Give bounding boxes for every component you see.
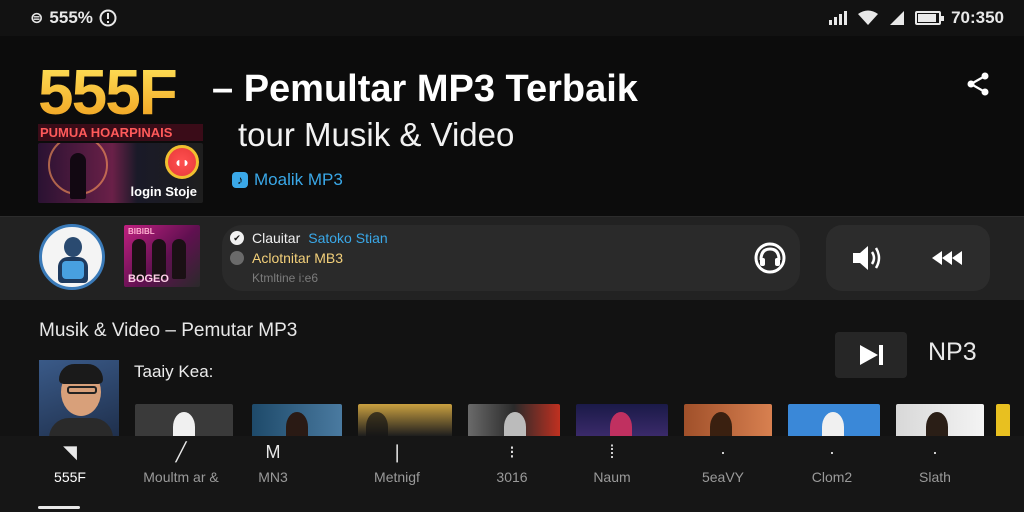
track-artist: Satoko Stian	[308, 230, 388, 246]
app-subtitle: tour Musik & Video	[238, 116, 515, 153]
video-thumbnail[interactable]	[468, 404, 560, 436]
nav-tab-label: MN3	[258, 469, 288, 485]
singer-silhouette	[70, 153, 86, 199]
nav-tab-naum[interactable]: ⁞ Naum	[557, 440, 667, 485]
track-title-prefix: Clauitar	[252, 230, 301, 246]
check-icon: ✔	[230, 231, 244, 245]
cloud-icon: ·	[829, 442, 835, 462]
nav-tab-home[interactable]: ◥ 555F	[15, 440, 125, 485]
dots-icon: ⁞	[609, 442, 615, 462]
signal-icon	[829, 11, 848, 25]
alert-icon	[99, 9, 117, 27]
nav-tab-label: 5eaVY	[701, 469, 745, 485]
track-duration: Ktmltine i:e6	[252, 271, 319, 285]
video-thumbnail[interactable]	[996, 404, 1010, 436]
share-icon[interactable]	[964, 70, 992, 98]
star-icon: ·	[720, 442, 726, 462]
video-thumbnail[interactable]	[576, 404, 668, 436]
status-left: ⊜ 555%	[30, 8, 117, 28]
nav-tab-3016[interactable]: ⁝ 3016	[457, 440, 567, 485]
user-avatar[interactable]	[39, 224, 105, 290]
mini-player: BIBIBL BOGEO ✔ Clauitar Satoko Stian Acl…	[0, 216, 1024, 300]
logo-caption: login Stoje	[130, 184, 197, 199]
format-label: NP3	[928, 338, 977, 366]
track-subtitle-row: Aclotnitar MB3	[230, 250, 343, 266]
home-icon: ◥	[63, 442, 77, 462]
album-caption: BOGEO	[128, 273, 169, 285]
status-clock: 70:350	[951, 8, 1004, 27]
rewind-icon[interactable]	[930, 247, 966, 269]
status-right: 70:350	[829, 8, 1004, 28]
nav-tab-mn3[interactable]: M MN3	[218, 440, 328, 485]
nav-tab-label: 555F	[54, 469, 86, 485]
nav-tab-metnigf[interactable]: ❘ Metnigf	[342, 440, 452, 485]
nav-tab-slath[interactable]: · Slath	[880, 440, 990, 485]
logo-subtext: PUMUA HOARPINAIS	[38, 124, 203, 141]
signal-triangle-icon	[890, 11, 905, 25]
developer-name: Moalik MP3	[254, 170, 343, 189]
player-controls	[826, 225, 990, 291]
video-thumbnail[interactable]	[788, 404, 880, 436]
music-icon: M	[265, 442, 281, 462]
track-title-row: ✔ Clauitar Satoko Stian	[230, 230, 388, 246]
grid-icon: ⁝	[509, 442, 515, 462]
track-duration-row: Ktmltine i:e6	[252, 271, 318, 285]
headset-icon[interactable]	[752, 240, 788, 276]
video-thumbnail[interactable]	[896, 404, 984, 436]
skip-next-button[interactable]	[835, 332, 907, 378]
bottom-navigation: ◥ 555F ╱ Moultm ar & M MN3 ❘ Metnigf ⁝ 3…	[0, 436, 1024, 512]
nav-tab-label: Metnigf	[374, 469, 420, 485]
video-thumbnail[interactable]	[684, 404, 772, 436]
nav-tab-label: Slath	[919, 469, 951, 485]
album-top-text: BIBIBL	[128, 227, 155, 236]
app-header: 555F PUMUA HOARPINAIS ◖◗ login Stoje – P…	[0, 36, 1024, 216]
video-thumbnail[interactable]	[135, 404, 233, 436]
featured-label: Taaiy Kea:	[134, 362, 214, 381]
track-info-panel[interactable]: ✔ Clauitar Satoko Stian Aclotnitar MB3 K…	[222, 225, 800, 291]
status-percentage: 555%	[49, 8, 93, 27]
logo-artwork: ◖◗ login Stoje	[38, 143, 203, 203]
nav-tab-label: Naum	[593, 469, 631, 485]
slash-icon: ·	[932, 442, 938, 462]
app-logo: 555F PUMUA HOARPINAIS ◖◗ login Stoje	[38, 60, 203, 230]
section-title: Musik & Video – Pemutar MP3	[39, 320, 298, 341]
logo-text: 555F	[38, 60, 203, 124]
album-cover[interactable]: BIBIBL BOGEO	[124, 225, 200, 287]
battery-icon	[915, 11, 945, 25]
disc-icon	[230, 251, 244, 265]
video-thumbnail[interactable]	[358, 404, 452, 436]
developer-icon: ♪	[232, 172, 248, 188]
video-thumbnail[interactable]	[252, 404, 342, 436]
developer-link[interactable]: ♪ Moalik MP3	[232, 170, 343, 190]
status-bar: ⊜ 555% 70:350	[0, 0, 1024, 36]
metric-icon: ❘	[389, 442, 405, 462]
nav-tab-clom2[interactable]: · Clom2	[777, 440, 887, 485]
active-tab-indicator	[38, 506, 80, 509]
volume-icon[interactable]	[850, 242, 884, 274]
nav-tab-5eavy[interactable]: · 5eaVY	[668, 440, 778, 485]
app-title: – Pemultar MP3 Terbaik	[212, 68, 638, 110]
track-subtitle: Aclotnitar MB3	[252, 250, 344, 266]
music-badge-icon: ◖◗	[165, 145, 199, 179]
nav-tab-label: Clom2	[811, 469, 853, 485]
nav-tab-label: 3016	[496, 469, 528, 485]
wifi-icon	[858, 10, 879, 25]
sync-icon: ⊜	[30, 10, 44, 27]
thumbnail-row	[0, 404, 1024, 436]
